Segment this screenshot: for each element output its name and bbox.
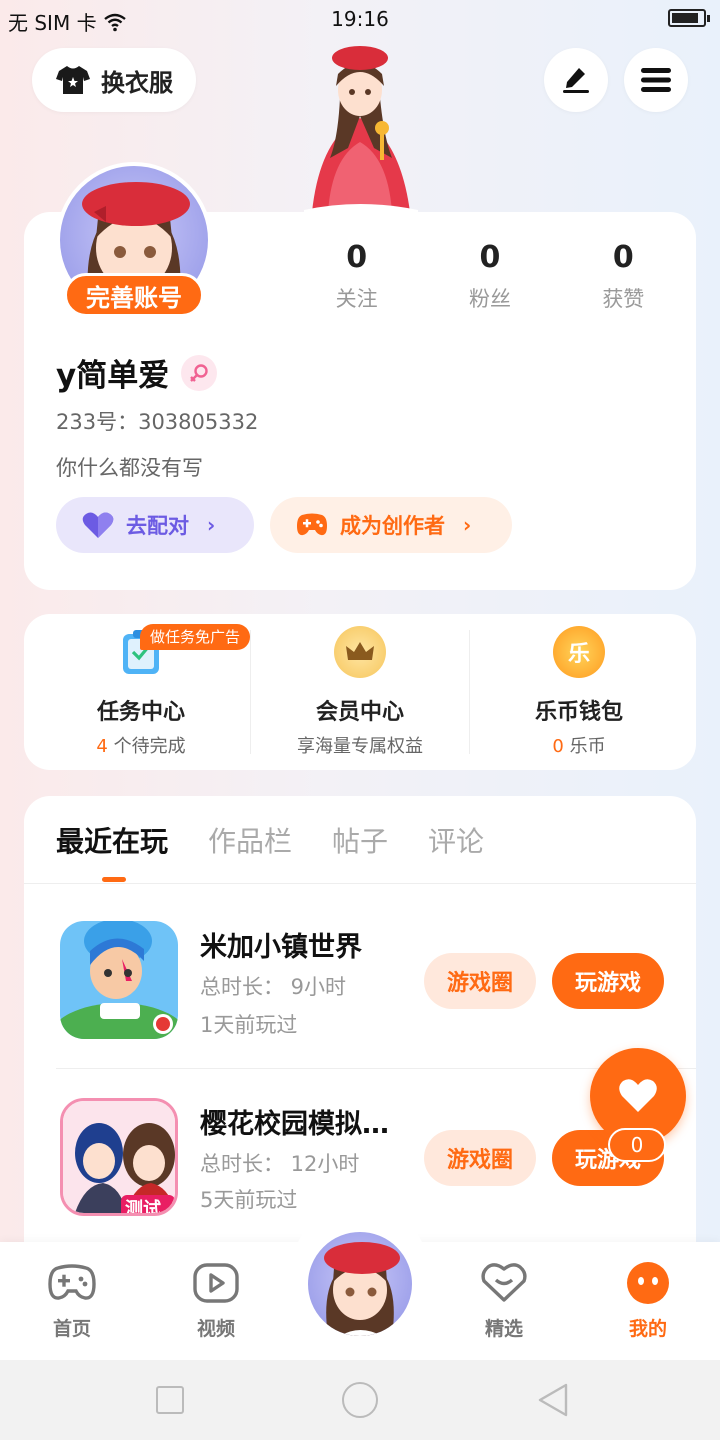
chevron-right-icon: › — [207, 513, 216, 537]
task-promo-badge: 做任务免广告 — [140, 624, 251, 650]
become-creator-label: 成为创作者 — [340, 514, 445, 538]
username: y简单爱 — [56, 358, 170, 394]
tab-works[interactable]: 作品栏 — [208, 820, 292, 860]
coin-wallet[interactable]: 乐 乐币钱包 0 乐币 — [470, 614, 688, 770]
stat-likes-count: 0 — [612, 240, 634, 275]
game-icon-sakura[interactable]: 测试版 — [60, 1098, 178, 1216]
female-gender-icon — [181, 354, 218, 391]
task-pending-suffix: 个待完成 — [107, 736, 186, 757]
game-row[interactable]: 米加小镇世界 总时长： 9小时 1天前玩过 游戏圈 玩游戏 — [56, 921, 676, 1051]
stat-likes[interactable]: 0 获赞 — [557, 240, 690, 313]
avatar-character-figure[interactable] — [280, 38, 440, 214]
stat-fans-count: 0 — [479, 240, 501, 275]
task-pending-count: 4 — [96, 736, 108, 757]
game-last-played: 1天前玩过 — [200, 1013, 298, 1037]
back-triangle-icon[interactable] — [536, 1382, 570, 1418]
stat-following-count: 0 — [346, 240, 368, 275]
heart-icon — [619, 1079, 657, 1112]
tab-recently-played[interactable]: 最近在玩 — [56, 820, 168, 860]
nav-featured[interactable]: 精选 — [456, 1262, 552, 1341]
game-circle-button[interactable]: 游戏圈 — [424, 953, 536, 1009]
active-tab-indicator — [102, 877, 126, 882]
game-icon-miga[interactable] — [60, 921, 178, 1039]
game-last-played: 5天前玩过 — [200, 1188, 298, 1212]
nav-home-label: 首页 — [52, 1318, 91, 1340]
hamburger-icon — [641, 68, 671, 92]
tshirt-icon — [56, 66, 90, 94]
user-bio: 你什么都没有写 — [56, 456, 203, 480]
me-face-icon — [624, 1262, 672, 1304]
menu-button[interactable] — [624, 48, 688, 112]
profile-stats: 0 关注 0 粉丝 0 获赞 — [290, 240, 690, 313]
stat-following-label: 关注 — [335, 287, 378, 311]
username-row: y简单爱 — [56, 350, 218, 395]
coin-icon: 乐 — [553, 626, 605, 678]
game-duration: 总时长： 9小时 — [200, 975, 347, 999]
chevron-right-icon: › — [463, 513, 472, 537]
stat-fans-label: 粉丝 — [468, 287, 511, 311]
game-circle-button[interactable]: 游戏圈 — [424, 1130, 536, 1186]
task-center-title: 任务中心 — [96, 700, 185, 725]
vip-center-subtitle: 享海量专属权益 — [297, 736, 423, 757]
change-outfit-label: 换衣服 — [101, 68, 173, 97]
featured-heart-icon — [480, 1262, 528, 1304]
coin-wallet-subtitle: 0 乐币 — [470, 732, 688, 758]
match-button[interactable]: 去配对 › — [56, 497, 254, 553]
nav-home[interactable]: 首页 — [24, 1262, 120, 1341]
game-name: 米加小镇世界 — [200, 932, 362, 963]
recents-square-icon[interactable] — [156, 1386, 184, 1414]
complete-account-badge[interactable]: 完善账号 — [64, 273, 204, 317]
edit-button[interactable] — [544, 48, 608, 112]
vip-center-title: 会员中心 — [315, 700, 404, 725]
pen-icon — [563, 68, 589, 93]
battery-icon — [668, 9, 710, 27]
stat-following[interactable]: 0 关注 — [290, 240, 423, 313]
nav-me-label: 我的 — [628, 1318, 667, 1340]
services-card: 任务中心 4 个待完成 会员中心 享海量专属权益 乐 乐币钱包 0 乐币 — [24, 614, 696, 770]
status-time: 19:16 — [331, 7, 389, 31]
heart-icon — [82, 512, 114, 538]
vip-center[interactable]: 会员中心 享海量专属权益 — [251, 614, 469, 770]
task-center-subtitle: 4 个待完成 — [32, 732, 250, 758]
stat-likes-label: 获赞 — [602, 287, 645, 311]
tab-comments[interactable]: 评论 — [428, 820, 484, 860]
coin-wallet-title: 乐币钱包 — [534, 700, 623, 725]
become-creator-button[interactable]: 成为创作者 › — [270, 497, 512, 553]
video-play-icon — [192, 1262, 240, 1304]
crown-icon — [334, 626, 386, 678]
change-outfit-button[interactable]: 换衣服 — [32, 48, 196, 112]
match-label: 去配对 — [126, 514, 189, 538]
stat-fans[interactable]: 0 粉丝 — [423, 240, 556, 313]
coin-balance: 0 — [552, 736, 564, 757]
coin-icon-glyph: 乐 — [567, 642, 590, 667]
game-name: 樱花校园模拟… — [200, 1109, 389, 1140]
nav-video[interactable]: 视频 — [168, 1262, 264, 1341]
home-circle-icon[interactable] — [342, 1382, 378, 1418]
nav-video-label: 视频 — [196, 1318, 235, 1340]
coin-balance-suffix: 乐币 — [563, 736, 606, 757]
content-tabs: 最近在玩 作品栏 帖子 评论 — [56, 820, 484, 860]
play-game-button[interactable]: 玩游戏 — [552, 953, 664, 1009]
like-count-badge: 0 — [608, 1128, 666, 1162]
game-duration: 总时长： 12小时 — [200, 1152, 360, 1176]
nav-featured-label: 精选 — [484, 1318, 523, 1340]
user-id: 233号：303805332 — [56, 410, 259, 434]
divider — [24, 883, 696, 884]
nav-me[interactable]: 我的 — [600, 1262, 696, 1341]
test-version-badge: 测试版 — [121, 1195, 175, 1213]
tab-posts[interactable]: 帖子 — [332, 820, 388, 860]
status-bar: 无 SIM 卡 19:16 — [0, 0, 720, 38]
gamepad-icon — [297, 513, 327, 536]
nav-avatar-button[interactable] — [304, 1228, 416, 1340]
gamepad-icon — [48, 1262, 96, 1304]
